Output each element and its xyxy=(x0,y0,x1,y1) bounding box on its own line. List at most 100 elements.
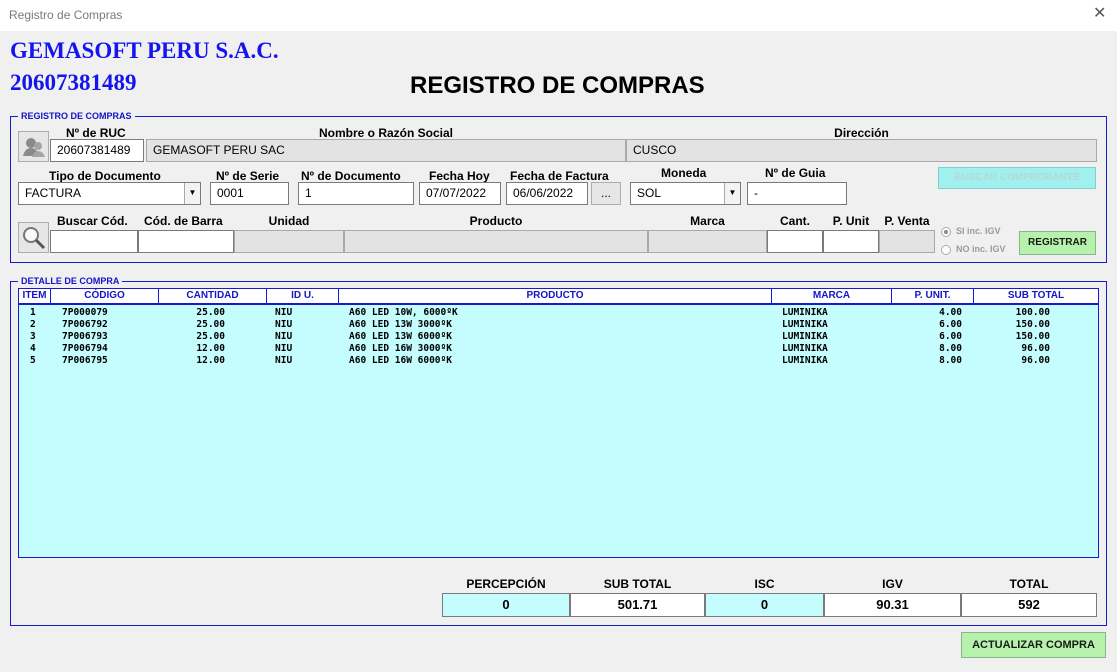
registrar-button[interactable]: REGISTRAR xyxy=(1019,231,1096,255)
producto-label: Producto xyxy=(469,214,523,228)
subtotal-field[interactable]: 501.71 xyxy=(570,593,705,617)
col-idu[interactable]: ID U. xyxy=(267,289,339,303)
cant-field[interactable] xyxy=(767,230,823,253)
cant-label: Cant. xyxy=(780,214,810,228)
isc-field[interactable]: 0 xyxy=(705,593,824,617)
window-title: Registro de Compras xyxy=(9,8,123,22)
cell-marca: LUMINIKA xyxy=(782,355,828,366)
cell-codigo: 7P006792 xyxy=(62,319,108,330)
radio-checked-icon xyxy=(941,226,951,237)
barra-label: Cód. de Barra xyxy=(144,214,223,228)
punit-field[interactable] xyxy=(823,230,879,253)
documento-field[interactable]: 1 xyxy=(298,182,414,205)
actualizar-compra-button[interactable]: ACTUALIZAR COMPRA xyxy=(961,632,1106,658)
col-cantidad[interactable]: CANTIDAD xyxy=(159,289,267,303)
col-punit[interactable]: P. UNIT. xyxy=(892,289,974,303)
cell-item: 2 xyxy=(30,319,36,330)
col-subtotal[interactable]: SUB TOTAL xyxy=(974,289,1098,303)
razon-label: Nombre o Razón Social xyxy=(318,126,454,140)
cell-cantidad: 12.00 xyxy=(196,343,225,354)
igv-si-label: SI inc. IGV xyxy=(956,226,1001,236)
marca-field[interactable] xyxy=(648,230,767,253)
moneda-select[interactable]: SOL ▼ xyxy=(630,182,741,205)
date-picker-button[interactable]: ... xyxy=(591,182,621,205)
chevron-down-icon[interactable]: ▼ xyxy=(184,183,200,204)
chevron-down-icon[interactable]: ▼ xyxy=(724,183,740,204)
cell-cantidad: 25.00 xyxy=(196,307,225,318)
unidad-label: Unidad xyxy=(268,214,310,228)
col-codigo[interactable]: CÓDIGO xyxy=(51,289,159,303)
search-product-button[interactable] xyxy=(18,222,49,253)
ruc-label: Nº de RUC xyxy=(66,126,126,140)
producto-field[interactable] xyxy=(344,230,648,253)
cell-subtotal: 96.00 xyxy=(1021,355,1050,366)
company-name: GEMASOFT PERU S.A.C. xyxy=(10,38,279,63)
fecha-hoy-field[interactable]: 07/07/2022 xyxy=(419,182,501,205)
cell-marca: LUMINIKA xyxy=(782,331,828,342)
unidad-field[interactable] xyxy=(234,230,344,253)
fecha-factura-field[interactable]: 06/06/2022 xyxy=(506,182,588,205)
cell-idu: NIU xyxy=(275,307,293,318)
barra-field[interactable] xyxy=(138,230,234,253)
page-title: REGISTRO DE COMPRAS xyxy=(410,72,705,99)
cell-marca: LUMINIKA xyxy=(782,307,828,318)
detalle-grid[interactable]: ITEM CÓDIGO CANTIDAD ID U. PRODUCTO MARC… xyxy=(18,288,1099,558)
table-row[interactable]: 4 7P006794 12.00 NIU A60 LED 16W 3000ºK … xyxy=(19,343,1098,355)
serie-label: Nº de Serie xyxy=(216,169,280,183)
igv-field[interactable]: 90.31 xyxy=(824,593,961,617)
documento-label: Nº de Documento xyxy=(301,169,401,183)
table-row[interactable]: 3 7P006793 25.00 NIU A60 LED 13W 6000ºK … xyxy=(19,331,1098,343)
cell-codigo: 7P006793 xyxy=(62,331,108,342)
cell-subtotal: 150.00 xyxy=(1015,319,1050,330)
direccion-field[interactable]: CUSCO xyxy=(626,139,1097,162)
guia-field[interactable]: - xyxy=(747,182,847,205)
close-icon[interactable]: ✕ xyxy=(1093,5,1106,23)
cell-item: 4 xyxy=(30,343,36,354)
window-titlebar: Registro de Compras ✕ xyxy=(0,0,1117,31)
igv-label: IGV xyxy=(882,577,903,591)
direccion-label: Dirección xyxy=(834,126,889,140)
percepcion-field[interactable]: 0 xyxy=(442,593,570,617)
cell-codigo: 7P006795 xyxy=(62,355,108,366)
col-marca[interactable]: MARCA xyxy=(772,289,892,303)
cell-punit: 8.00 xyxy=(939,355,962,366)
razon-field[interactable]: GEMASOFT PERU SAC xyxy=(146,139,626,162)
buscar-cod-field[interactable] xyxy=(50,230,138,253)
moneda-label: Moneda xyxy=(661,166,707,180)
col-item[interactable]: ITEM xyxy=(19,289,51,303)
company-ruc: 20607381489 xyxy=(10,70,137,95)
marca-label: Marca xyxy=(690,214,725,228)
tipo-select[interactable]: FACTURA ▼ xyxy=(18,182,201,205)
cell-producto: A60 LED 16W 3000ºK xyxy=(349,343,452,354)
guia-label: Nº de Guia xyxy=(765,166,826,180)
serie-field[interactable]: 0001 xyxy=(210,182,289,205)
subtotal-label: SUB TOTAL xyxy=(603,577,672,591)
detalle-legend: DETALLE DE COMPRA xyxy=(18,276,123,286)
cell-cantidad: 12.00 xyxy=(196,355,225,366)
cell-producto: A60 LED 13W 3000ºK xyxy=(349,319,452,330)
igv-no-radio[interactable]: NO inc. IGV xyxy=(941,244,1006,255)
ruc-field[interactable]: 20607381489 xyxy=(50,139,144,162)
search-client-button[interactable] xyxy=(18,131,49,162)
pventa-field[interactable] xyxy=(879,230,935,253)
radio-unchecked-icon xyxy=(941,244,951,255)
cell-item: 5 xyxy=(30,355,36,366)
table-row[interactable]: 1 7P000079 25.00 NIU A60 LED 10W, 6000ºK… xyxy=(19,307,1098,319)
table-row[interactable]: 2 7P006792 25.00 NIU A60 LED 13W 3000ºK … xyxy=(19,319,1098,331)
grid-header: ITEM CÓDIGO CANTIDAD ID U. PRODUCTO MARC… xyxy=(19,289,1098,305)
pventa-label: P. Venta xyxy=(884,214,930,228)
tipo-label: Tipo de Documento xyxy=(49,169,161,183)
cell-subtotal: 100.00 xyxy=(1015,307,1050,318)
igv-si-radio[interactable]: SI inc. IGV xyxy=(941,226,1001,237)
total-label: TOTAL xyxy=(1009,577,1049,591)
magnifier-icon xyxy=(23,227,46,250)
table-row[interactable]: 5 7P006795 12.00 NIU A60 LED 16W 6000ºK … xyxy=(19,355,1098,367)
total-field[interactable]: 592 xyxy=(961,593,1097,617)
igv-no-label: NO inc. IGV xyxy=(956,244,1006,254)
buscar-comprobante-button[interactable]: BUSCAR COMPROBANTE xyxy=(938,167,1096,189)
col-producto[interactable]: PRODUCTO xyxy=(339,289,772,303)
moneda-value: SOL xyxy=(637,186,662,200)
cell-punit: 6.00 xyxy=(939,319,962,330)
tipo-value: FACTURA xyxy=(25,186,82,200)
cell-subtotal: 150.00 xyxy=(1015,331,1050,342)
